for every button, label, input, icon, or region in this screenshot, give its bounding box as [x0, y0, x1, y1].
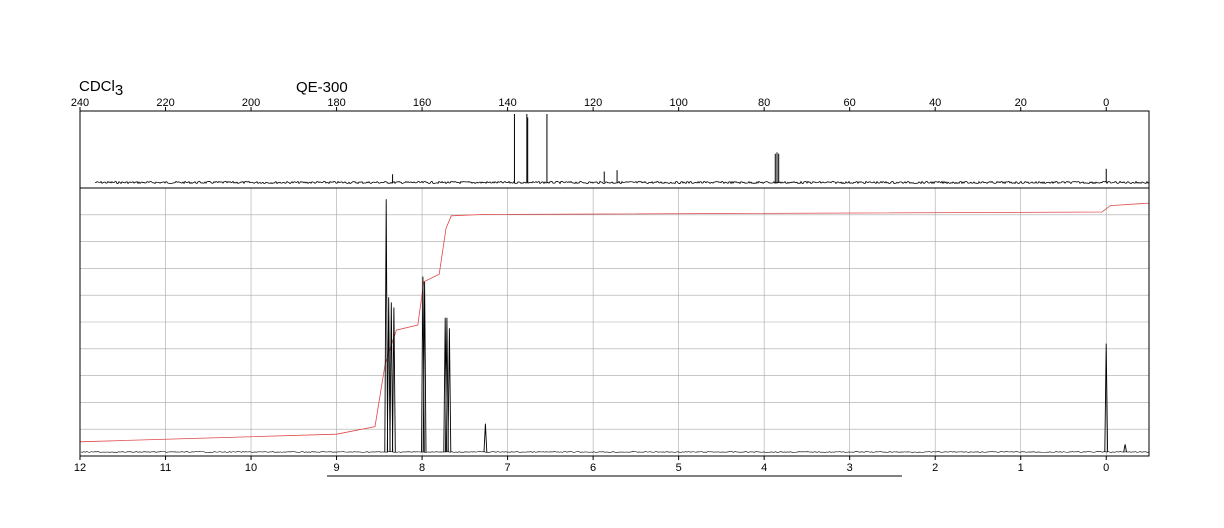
- proton-tick-label: 4: [761, 462, 767, 474]
- carbon-tick-label: 0: [1103, 97, 1109, 109]
- carbon-tick-label: 200: [242, 97, 260, 109]
- proton-baseline: [80, 451, 1150, 453]
- carbon-tick-label: 80: [758, 97, 770, 109]
- carbon-tick-label: 140: [498, 97, 516, 109]
- proton-peak: [422, 281, 427, 453]
- carbon-tick-label: 180: [327, 97, 345, 109]
- proton-tick-label: 6: [590, 462, 596, 474]
- proton-tick-label: 11: [160, 462, 171, 474]
- carbon-spectrum: [94, 114, 1150, 185]
- proton-tick-label: 1: [1018, 462, 1024, 474]
- carbon-tick-label: 240: [71, 97, 89, 109]
- proton-tick-label: 2: [932, 462, 938, 474]
- carbon-spectrum-frame: [79, 110, 1150, 189]
- proton-spectrum: [80, 199, 1150, 453]
- carbon-tick-label: 40: [929, 97, 941, 109]
- nmr-spectra-figure: 240 220 200 180 160 140 120 100 80 60 40 20 0 12 11 10…: [71, 97, 1150, 477]
- carbon-tick-label: 220: [156, 97, 174, 109]
- proton-peak: [483, 423, 488, 453]
- proton-peak: [447, 328, 452, 453]
- carbon-tick-label: 100: [669, 97, 687, 109]
- proton-tick-label: 7: [505, 462, 511, 474]
- proton-peak: [384, 199, 389, 453]
- proton-tick-label: 5: [676, 462, 682, 474]
- carbon-tick-label: 120: [584, 97, 602, 109]
- proton-integral-line: [79, 202, 1150, 443]
- proton-tick-label: 9: [333, 462, 339, 474]
- proton-peak: [392, 307, 396, 453]
- proton-tick-label: 3: [847, 462, 853, 474]
- proton-grid: [79, 188, 1149, 456]
- carbon-tick-label: 60: [844, 97, 856, 109]
- carbon-tick-label: 160: [413, 97, 431, 109]
- proton-integral-curve: [79, 202, 1150, 443]
- proton-tick-label: 12: [74, 462, 86, 474]
- carbon-baseline: [94, 180, 1150, 185]
- proton-peak: [1123, 444, 1127, 453]
- proton-tick-label: 0: [1103, 462, 1109, 474]
- proton-tick-label: 10: [245, 462, 257, 474]
- proton-tick-label: 8: [419, 462, 425, 474]
- carbon-axis: 240 220 200 180 160 140 120 100 80 60 40 20 0: [71, 97, 1109, 111]
- proton-axis: 12 11 10 9 8 7 6 5 4 3 2 1 0: [74, 456, 1109, 474]
- carbon-tick-label: 20: [1015, 97, 1027, 109]
